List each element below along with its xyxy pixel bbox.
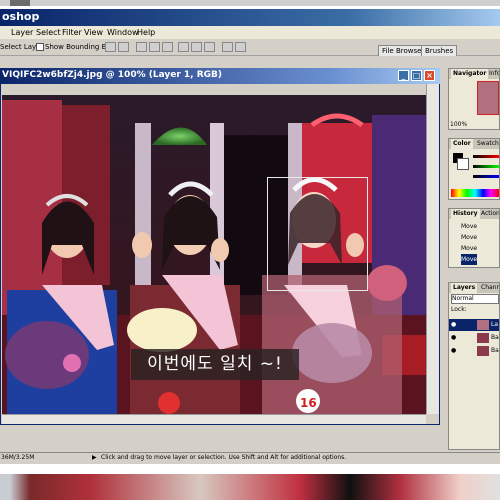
menu-view[interactable]: View [84,28,103,37]
zoom-readout[interactable]: 100% [450,121,467,128]
maximize-button[interactable]: □ [411,70,422,81]
status-arrow-icon[interactable]: ▶ [92,454,97,461]
align-left-icon[interactable] [149,42,160,52]
lock-label: Lock: [451,306,467,313]
tab-channels[interactable]: Channels [479,283,499,293]
align-hcenter-icon[interactable] [162,42,173,52]
layers-tabs: Layers Channels [449,283,499,293]
layer-row[interactable]: ● Ba [449,345,499,357]
status-hint: Click and drag to move layer or selectio… [101,454,347,461]
color-tabs: Color Swatches [449,139,499,149]
minimize-button[interactable]: _ [398,70,409,81]
layer-row-active[interactable]: ● La [449,319,499,331]
next-photo-strip [0,474,500,500]
color-panel: Color Swatches [448,138,500,200]
layer-name: Ba [491,334,499,341]
top-strip-thumb [10,0,30,6]
app-title: oshop [2,10,40,23]
page-separator [0,464,500,474]
distribute-left-icon[interactable] [222,42,233,52]
document-top-margin [2,84,426,95]
tab-brushes[interactable]: Brushes [421,45,458,56]
status-bar: 36M/3.25M ▶ Click and drag to move layer… [0,452,500,464]
doc-size-readout: 36M/3.25M [1,454,35,461]
tab-navigator[interactable]: Navigator [451,69,489,79]
transform-bounding-box[interactable] [267,177,368,291]
menu-select[interactable]: Select [36,28,61,37]
history-list: Move Move Move Move [461,221,478,265]
red-slider[interactable] [473,155,499,158]
tab-layers[interactable]: Layers [451,283,478,293]
distribute-top-icon[interactable] [178,42,189,52]
number-badge: 16 [300,396,317,410]
blue-slider[interactable] [473,175,499,178]
document-title: VIQIFC2w6bfZj4.jpg @ 100% (Layer 1, RGB) [2,70,223,80]
caption-overlay: 이번에도 일치 ~! [131,349,299,380]
color-ramp[interactable] [451,189,499,197]
eye-icon[interactable]: ● [451,345,456,357]
tab-actions[interactable]: Actions [479,209,499,219]
layer-name: La [491,321,499,328]
history-item-active[interactable]: Move [461,254,478,265]
close-button[interactable]: × [424,70,435,81]
blend-mode-select[interactable]: Normal [451,294,499,304]
layer-thumbnail [477,333,489,343]
align-vcenter-icon[interactable] [118,42,129,52]
layer-row[interactable]: ● Ba [449,332,499,344]
navigator-tabs: Navigator Info [449,69,499,79]
align-bottom-icon[interactable] [136,42,147,52]
eye-icon[interactable]: ● [451,319,456,331]
history-item[interactable]: Move [461,243,477,254]
tab-history[interactable]: History [451,209,480,219]
tab-swatches[interactable]: Swatches [475,139,499,149]
bounding-box-checkbox[interactable] [36,43,44,51]
navigator-panel: Navigator Info 100% [448,68,500,130]
history-panel: History Actions Move Move Move Move [448,208,500,268]
align-top-icon[interactable] [105,42,116,52]
history-item[interactable]: Move [461,221,477,232]
background-color-swatch[interactable] [457,158,469,170]
distribute-bottom-icon[interactable] [204,42,215,52]
page-top-strip [0,0,500,6]
eye-icon[interactable]: ● [451,332,456,344]
layer-thumbnail [477,346,489,356]
layers-panel: Layers Channels Normal Lock: ● La ● Ba ●… [448,282,500,450]
menu-filter[interactable]: Filter [62,28,82,37]
layer-thumbnail [477,320,489,330]
history-item[interactable]: Move [461,232,477,243]
document-titlebar: VIQIFC2w6bfZj4.jpg @ 100% (Layer 1, RGB)… [0,68,440,84]
menu-bar: Layer Select Filter View Window Help [0,26,500,39]
menu-layer[interactable]: Layer [11,28,33,37]
vertical-scrollbar[interactable] [426,84,439,414]
tab-color[interactable]: Color [451,139,473,149]
navigator-thumbnail[interactable] [477,81,499,115]
history-tabs: History Actions [449,209,499,219]
horizontal-scrollbar[interactable] [2,414,426,424]
distribute-right-icon[interactable] [235,42,246,52]
menu-window[interactable]: Window [107,28,139,37]
green-slider[interactable] [473,165,499,168]
tab-info[interactable]: Info [487,69,499,79]
app-titlebar: oshop [0,9,500,26]
menu-help[interactable]: Help [137,28,155,37]
layer-name: Ba [491,347,499,354]
distribute-center-icon[interactable] [191,42,202,52]
